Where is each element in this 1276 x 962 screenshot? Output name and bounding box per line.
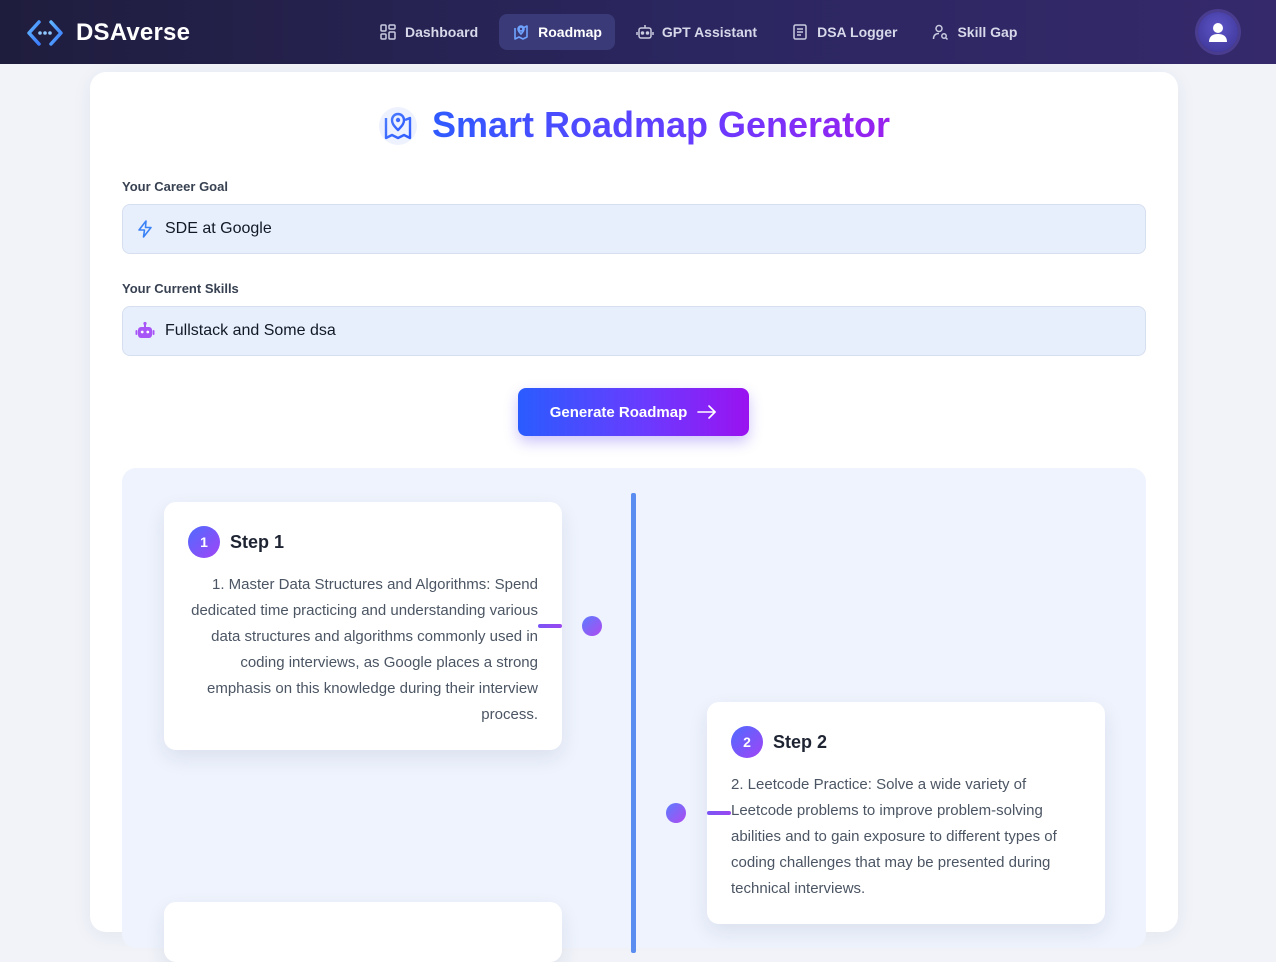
step-description: 1. Master Data Structures and Algorithms…	[191, 576, 538, 723]
current-skills-value: Fullstack and Some dsa	[165, 322, 336, 339]
nav-item-gpt-assistant[interactable]: GPT Assistant	[623, 14, 770, 50]
user-search-icon	[933, 24, 949, 41]
nav-label-dsa-logger: DSA Logger	[817, 24, 898, 40]
nav-item-dsa-logger[interactable]: DSA Logger	[778, 14, 910, 50]
career-goal-field[interactable]: SDE at Google	[122, 204, 1146, 254]
document-icon	[793, 24, 807, 40]
current-skills-field[interactable]: Fullstack and Some dsa	[122, 306, 1146, 356]
lightning-icon	[138, 220, 152, 238]
career-goal-value: SDE at Google	[165, 220, 272, 237]
map-icon	[514, 25, 528, 40]
user-avatar[interactable]	[1198, 12, 1238, 52]
timeline-line	[631, 493, 636, 953]
bot-icon	[636, 25, 654, 39]
career-goal-label: Your Career Goal	[122, 179, 228, 194]
generate-roadmap-label: Generate Roadmap	[549, 403, 688, 421]
top-navbar: DSAverse Dashboard Roadmap GPT Assistant	[0, 0, 1276, 64]
brand[interactable]: DSAverse	[26, 14, 190, 52]
page-title: Smart Roadmap Generator	[431, 104, 891, 145]
step-card-1: 1 Step 1 1. Master Data Structures and A…	[164, 502, 562, 750]
step-title: Step 1	[230, 531, 285, 552]
step-card-3-partial	[164, 902, 562, 962]
roadmap-card: Smart Roadmap Generator Your Career Goal…	[90, 72, 1178, 962]
step-description: 2. Leetcode Practice: Solve a wide varie…	[731, 776, 1057, 897]
timeline-dot	[666, 803, 686, 823]
nav-label-gpt-assistant: GPT Assistant	[661, 24, 758, 40]
current-skills-label: Your Current Skills	[122, 281, 239, 296]
user-icon	[1209, 23, 1227, 42]
code-brackets-icon	[27, 20, 63, 46]
step-connector	[707, 811, 731, 815]
nav-item-skill-gap[interactable]: Skill Gap	[918, 14, 1030, 50]
step-header: 2 Step 2	[731, 726, 1081, 758]
title-row: Smart Roadmap Generator	[90, 102, 1178, 148]
dashboard-icon	[380, 24, 396, 40]
nav-label-dashboard: Dashboard	[405, 24, 479, 40]
nav-links: Dashboard Roadmap GPT Assistant DSA Logg…	[366, 14, 1030, 50]
nav-label-skill-gap: Skill Gap	[957, 24, 1018, 40]
robot-icon	[135, 321, 155, 338]
map-pin-icon	[378, 107, 417, 145]
app-name: DSAverse	[76, 19, 191, 46]
step-number-badge: 1	[188, 526, 220, 558]
step-connector	[538, 624, 562, 628]
step-header: 1 Step 1	[188, 526, 538, 558]
step-title: Step 2	[773, 731, 828, 752]
step-number-badge: 2	[731, 726, 763, 758]
generate-roadmap-button[interactable]: Generate Roadmap	[518, 388, 749, 436]
arrow-right-icon	[697, 405, 717, 419]
nav-item-roadmap[interactable]: Roadmap	[499, 14, 615, 50]
step-card-2: 2 Step 2 2. Leetcode Practice: Solve a w…	[707, 702, 1105, 924]
nav-item-dashboard[interactable]: Dashboard	[366, 14, 491, 50]
nav-label-roadmap: Roadmap	[538, 24, 602, 40]
timeline-dot	[582, 616, 602, 636]
roadmap-timeline: 1 Step 1 1. Master Data Structures and A…	[122, 468, 1146, 962]
